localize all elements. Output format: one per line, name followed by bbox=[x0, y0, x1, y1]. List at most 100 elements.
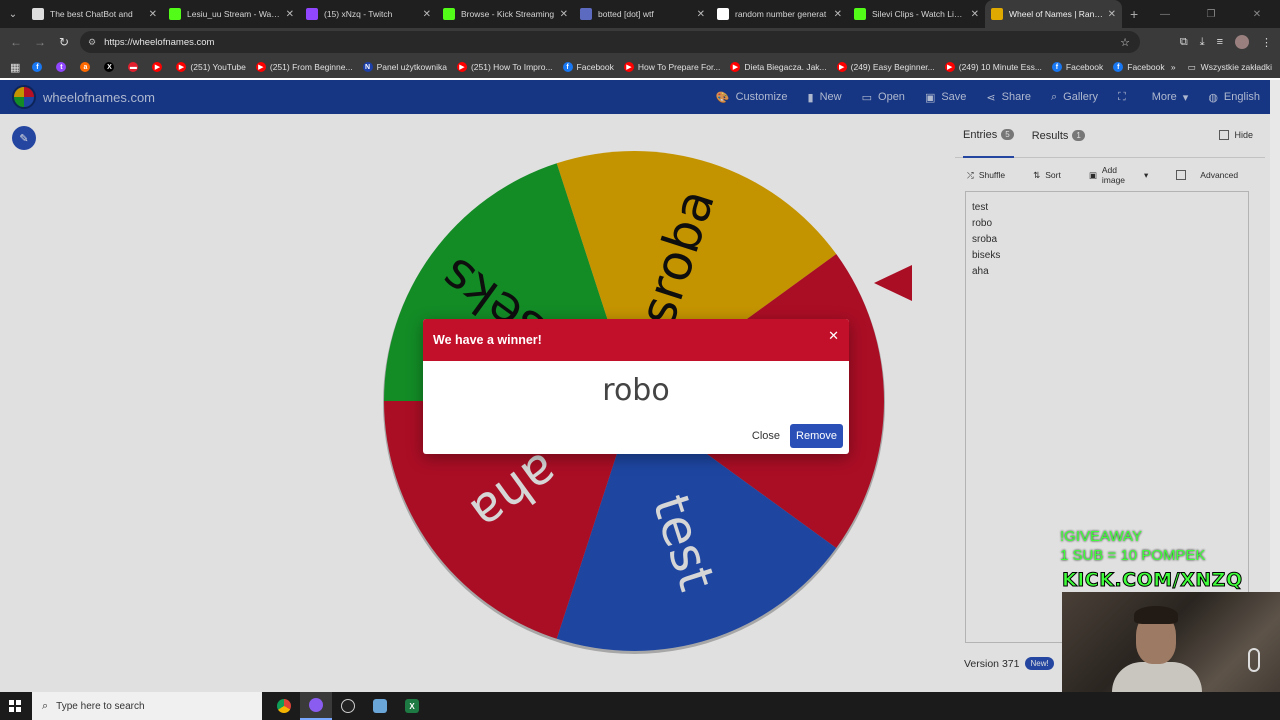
bookmark-item[interactable]: f Facebook bbox=[1051, 62, 1104, 72]
taskbar-chrome[interactable] bbox=[268, 692, 300, 720]
bookmark-item[interactable]: N Panel użytkownika bbox=[362, 62, 447, 72]
bookmark-item[interactable]: a bbox=[80, 62, 94, 72]
windows-start-icon[interactable] bbox=[9, 700, 21, 712]
browser-tab[interactable]: The best ChatBot and ✕ bbox=[26, 0, 163, 28]
kick-icon bbox=[854, 8, 866, 20]
tab-title: Lesiu_uu Stream - Watch bbox=[187, 9, 282, 19]
browser-tab[interactable]: Lesiu_uu Stream - Watch ✕ bbox=[163, 0, 300, 28]
back-icon[interactable]: ← bbox=[4, 35, 28, 49]
profile-avatar[interactable] bbox=[1235, 35, 1249, 49]
bookmark-item[interactable]: f Facebook bbox=[562, 62, 614, 72]
kebab-menu-icon[interactable]: ⋮ bbox=[1261, 36, 1272, 49]
tab-search-icon[interactable]: ⌄ bbox=[0, 0, 26, 28]
tab-close-icon[interactable]: ✕ bbox=[560, 9, 568, 20]
bookmark-item[interactable]: f bbox=[32, 62, 46, 72]
restore-icon[interactable]: ❐ bbox=[1188, 9, 1234, 20]
tab-title: Silevi Clips - Watch Live a bbox=[872, 9, 967, 19]
new-tab-button[interactable]: + bbox=[1130, 6, 1138, 22]
extensions-icon[interactable]: ⧉ bbox=[1180, 36, 1188, 49]
close-icon[interactable]: ✕ bbox=[828, 328, 839, 344]
giveaway-line: !GIVEAWAY bbox=[1060, 528, 1142, 545]
bookmark-label: (249) Easy Beginner... bbox=[850, 62, 935, 72]
bookmark-favicon-icon: ▶ bbox=[255, 62, 266, 72]
browser-tab[interactable]: random number generat ✕ bbox=[711, 0, 848, 28]
url-input[interactable]: ⚙ https://wheelofnames.com ☆ bbox=[80, 31, 1140, 53]
bookmark-label: How To Prepare For... bbox=[637, 62, 721, 72]
bookmark-favicon-icon: ▶ bbox=[730, 62, 741, 72]
bookmark-item[interactable]: ▶ (249) Easy Beginner... bbox=[836, 62, 935, 72]
bookmark-favicon-icon: ▶ bbox=[176, 62, 187, 72]
tab-close-icon[interactable]: ✕ bbox=[286, 9, 294, 20]
tab-close-icon[interactable]: ✕ bbox=[971, 9, 979, 20]
taskbar-browser-active[interactable] bbox=[300, 692, 332, 720]
bookmark-item[interactable]: t bbox=[56, 62, 70, 72]
kick-url-overlay: KICK.COM/XNZQ bbox=[1062, 569, 1243, 592]
bookmark-label: Panel użytkownika bbox=[376, 62, 447, 72]
reload-icon[interactable]: ↻ bbox=[52, 35, 76, 49]
tab-close-icon[interactable]: ✕ bbox=[697, 9, 705, 20]
taskbar-excel[interactable]: X bbox=[396, 692, 428, 720]
bookmark-star-icon[interactable]: ☆ bbox=[1120, 36, 1130, 49]
bookmark-favicon-icon: ▶ bbox=[152, 62, 163, 72]
all-bookmarks[interactable]: » ▭ Wszystkie zakładki bbox=[1171, 56, 1272, 78]
minimize-icon[interactable]: — bbox=[1142, 9, 1188, 20]
bookmark-item[interactable]: X bbox=[104, 62, 118, 72]
all-bookmarks-label: Wszystkie zakładki bbox=[1200, 62, 1272, 72]
bookmark-label: (251) From Beginne... bbox=[269, 62, 353, 72]
search-icon: ⌕ bbox=[42, 699, 49, 712]
bookmark-label: Facebook bbox=[576, 62, 614, 72]
tab-title: Browse - Kick Streaming bbox=[461, 9, 555, 19]
browser-tab[interactable]: Browse - Kick Streaming ✕ bbox=[437, 0, 574, 28]
taskbar-obs[interactable] bbox=[332, 692, 364, 720]
url-text: https://wheelofnames.com bbox=[104, 36, 215, 48]
tab-close-icon[interactable]: ✕ bbox=[834, 9, 842, 20]
address-bar: ← → ↻ ⚙ https://wheelofnames.com ☆ ⧉ ⤓ ≡… bbox=[0, 28, 1280, 56]
taskbar-app[interactable] bbox=[364, 692, 396, 720]
bookmark-item[interactable]: ▶ (249) 10 Minute Ess... bbox=[944, 62, 1042, 72]
tab-close-icon[interactable]: ✕ bbox=[1108, 9, 1116, 20]
bookmark-favicon-icon: ▶ bbox=[836, 62, 847, 72]
bookmark-item[interactable]: ▬ bbox=[128, 62, 142, 72]
bookmark-label: Facebook bbox=[1127, 62, 1165, 72]
bookmark-favicon-icon: f bbox=[32, 62, 43, 72]
sub-line: 1 SUB = 10 POMPEK bbox=[1060, 547, 1206, 564]
apps-grid-icon[interactable]: ▦ bbox=[10, 61, 20, 74]
remove-button[interactable]: Remove bbox=[790, 424, 843, 448]
bookmark-item[interactable]: ▶ How To Prepare For... bbox=[623, 62, 721, 72]
close-window-icon[interactable]: ✕ bbox=[1234, 9, 1280, 20]
winner-name: robo bbox=[602, 373, 670, 408]
chevron-right-icon[interactable]: » bbox=[1171, 62, 1176, 72]
bookmark-item[interactable]: ▶ (251) From Beginne... bbox=[255, 62, 353, 72]
browser-tab[interactable]: Wheel of Names | Rando ✕ bbox=[985, 0, 1122, 28]
browser-tab[interactable]: botted [dot] wtf ✕ bbox=[574, 0, 711, 28]
taskbar-search-input[interactable]: ⌕ Type here to search bbox=[32, 692, 262, 720]
bookmark-favicon-icon: N bbox=[362, 62, 373, 72]
excel-icon: X bbox=[405, 699, 419, 713]
tab-close-icon[interactable]: ✕ bbox=[423, 9, 431, 20]
close-button[interactable]: Close bbox=[742, 424, 790, 448]
browser-tab[interactable]: (15) xNzq - Twitch ✕ bbox=[300, 0, 437, 28]
headset-icon bbox=[1248, 648, 1260, 672]
bookmark-item[interactable]: ▶ bbox=[152, 62, 166, 72]
site-info-icon[interactable]: ⚙ bbox=[88, 37, 96, 48]
bookmark-label: (249) 10 Minute Ess... bbox=[958, 62, 1042, 72]
tab-title: random number generat bbox=[735, 9, 827, 19]
bookmark-item[interactable]: ▶ Dieta Biegacza. Jak... bbox=[730, 62, 827, 72]
bookmark-item[interactable]: ▶ (251) How To Impro... bbox=[456, 62, 553, 72]
kick-icon bbox=[443, 8, 455, 20]
bookmark-label: (251) How To Impro... bbox=[470, 62, 553, 72]
chatbot-icon bbox=[32, 8, 44, 20]
tab-close-icon[interactable]: ✕ bbox=[149, 9, 157, 20]
browser-tab[interactable]: Silevi Clips - Watch Live a ✕ bbox=[848, 0, 985, 28]
bookmark-label: Facebook bbox=[1065, 62, 1104, 72]
bookmark-favicon-icon: t bbox=[56, 62, 67, 72]
bookmark-favicon-icon: ▶ bbox=[623, 62, 634, 72]
download-icon[interactable]: ⤓ bbox=[1200, 36, 1205, 49]
dialog-title: We have a winner! bbox=[433, 333, 542, 347]
bookmark-item[interactable]: ▶ (251) YouTube bbox=[176, 62, 246, 72]
media-icon[interactable]: ≡ bbox=[1217, 36, 1223, 48]
window-controls: — ❐ ✕ bbox=[1142, 0, 1280, 28]
forward-icon[interactable]: → bbox=[28, 35, 52, 49]
bookmark-item[interactable]: f Facebook bbox=[1113, 62, 1165, 72]
webcam-hair bbox=[1134, 606, 1178, 624]
